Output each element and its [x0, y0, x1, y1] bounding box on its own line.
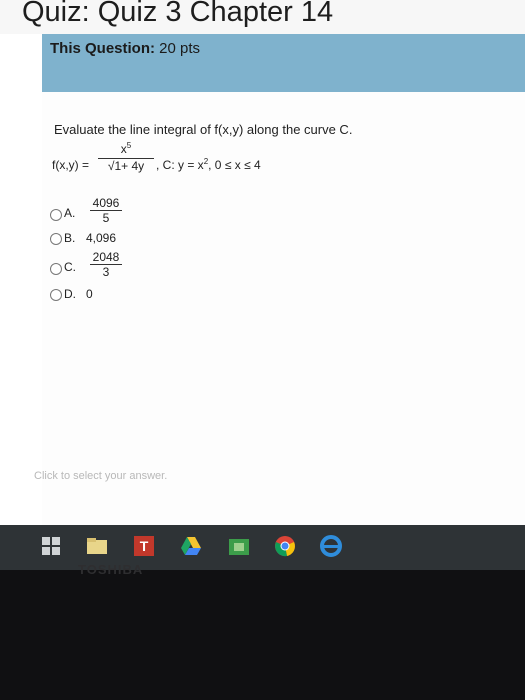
option-c-letter: C.	[64, 260, 76, 274]
monitor-screen: Quiz: Quiz 3 Chapter 14 This Question: 2…	[0, 0, 525, 525]
option-b-letter: B.	[64, 231, 76, 245]
answer-options: A. 4096 5 B. 4,096 C. 2048 3 D. 0	[50, 196, 350, 400]
function-fraction: x5 √1+ 4y	[98, 141, 154, 174]
option-a-letter: A.	[64, 206, 76, 220]
function-label: f(x,y) =	[52, 158, 90, 172]
t-app-icon[interactable]: T	[133, 535, 155, 557]
option-a-fraction: 4096 5	[90, 196, 122, 225]
select-hint: Click to select your answer.	[34, 470, 168, 482]
radio-d[interactable]	[50, 289, 62, 301]
points-bar: This Question: 20 pts	[42, 34, 525, 92]
radio-b[interactable]	[50, 233, 62, 245]
function-numerator: x5	[120, 141, 132, 156]
option-d-letter: D.	[64, 287, 76, 301]
internet-explorer-icon[interactable]	[320, 535, 342, 557]
svg-text:T: T	[140, 538, 149, 554]
option-c-fraction: 2048 3	[90, 250, 122, 279]
file-explorer-icon[interactable]	[86, 535, 108, 557]
radio-c[interactable]	[50, 263, 62, 275]
option-d-text: 0	[86, 287, 93, 301]
option-a[interactable]: A. 4096 5	[50, 196, 310, 230]
question-prompt: Evaluate the line integral of f(x,y) alo…	[54, 122, 353, 137]
store-icon[interactable]	[228, 535, 250, 557]
drive-icon[interactable]	[180, 535, 202, 557]
function-denominator: √1+ 4y	[98, 158, 154, 174]
radio-a[interactable]	[50, 209, 62, 221]
page-title: Quiz: Quiz 3 Chapter 14	[22, 0, 334, 28]
brand-logo: TOSHIBA	[78, 562, 144, 577]
option-c[interactable]: C. 2048 3	[50, 250, 310, 284]
points-label: This Question:	[50, 40, 155, 57]
points-value: 20 pts	[159, 40, 201, 57]
title-bar: Quiz: Quiz 3 Chapter 14	[0, 0, 525, 34]
chrome-icon[interactable]	[274, 535, 296, 557]
monitor-bezel	[0, 570, 525, 700]
points-text: This Question: 20 pts	[50, 40, 200, 57]
question-formula: f(x,y) = x5 √1+ 4y , C: y = x2, 0 ≤ x ≤ …	[52, 141, 472, 192]
option-b-text: 4,096	[86, 231, 117, 245]
curve-definition: , C: y = x2, 0 ≤ x ≤ 4	[156, 157, 261, 172]
windows-start-icon[interactable]	[40, 535, 62, 557]
option-d[interactable]: D. 0	[50, 286, 310, 316]
question-area: Evaluate the line integral of f(x,y) alo…	[34, 92, 525, 525]
